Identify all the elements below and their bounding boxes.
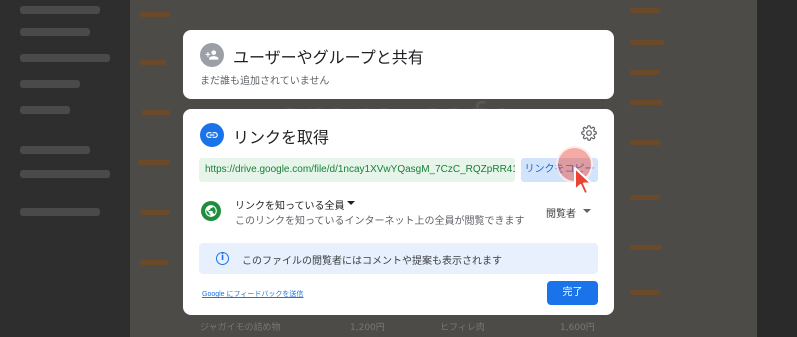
decor-stripe (630, 8, 660, 13)
sidebar-placeholder (20, 208, 100, 216)
role-dropdown[interactable]: 閲覧者 (546, 205, 576, 220)
decor-stripe (630, 195, 660, 200)
chevron-down-icon[interactable] (583, 209, 591, 213)
done-button[interactable]: 完了 (547, 281, 598, 305)
decor-stripe (138, 160, 170, 165)
info-banner: i このファイルの閲覧者にはコメントや提案も表示されます (199, 243, 598, 274)
access-description: このリンクを知っているインターネット上の全員が閲覧できます (235, 216, 525, 227)
decor-stripe (630, 140, 660, 145)
decor-stripe (630, 40, 664, 45)
background-menu-item: ヒフィレ肉 (440, 323, 485, 333)
decor-stripe (140, 210, 170, 215)
gear-icon[interactable] (581, 125, 597, 141)
access-level-dropdown[interactable]: リンクを知っている全員 (235, 197, 345, 212)
globe-icon (201, 201, 221, 221)
decor-stripe (142, 110, 170, 115)
link-icon (200, 123, 224, 147)
decor-stripe (630, 100, 662, 105)
background-menu-price: 1,200円 (350, 323, 385, 333)
get-link-title: リンクを取得 (233, 130, 330, 147)
person-add-icon (200, 43, 224, 67)
feedback-link[interactable]: Google にフィードバックを送信 (202, 289, 303, 299)
share-people-card[interactable]: ユーザーやグループと共有 まだ誰も追加されていません (183, 30, 614, 99)
info-text: このファイルの閲覧者にはコメントや提案も表示されます (242, 256, 502, 267)
decor-stripe (630, 245, 662, 250)
background-right-panel (757, 0, 797, 337)
sidebar-placeholder (20, 106, 70, 114)
sidebar-placeholder (20, 146, 90, 154)
share-title: ユーザーやグループと共有 (233, 50, 424, 67)
decor-stripe (140, 12, 170, 17)
info-icon: i (216, 252, 229, 265)
sidebar-placeholder (20, 170, 110, 178)
decor-stripe (140, 260, 168, 265)
sidebar-placeholder (20, 54, 110, 62)
background-sidebar (0, 0, 130, 337)
share-subtitle: まだ誰も追加されていません (200, 76, 330, 87)
chevron-down-icon[interactable] (347, 201, 355, 205)
background-menu-item: ジャガイモの詰め物 (200, 323, 281, 333)
decor-stripe (140, 60, 166, 65)
sidebar-placeholder (20, 80, 80, 88)
sidebar-placeholder (20, 28, 90, 36)
background-menu-price: 1,600円 (560, 323, 595, 333)
share-url-field[interactable]: https://drive.google.com/file/d/1ncay1XV… (199, 158, 515, 182)
mouse-cursor-icon (574, 167, 593, 195)
sidebar-placeholder (20, 6, 100, 14)
get-link-card: リンクを取得 https://drive.google.com/file/d/1… (183, 109, 614, 315)
decor-stripe (630, 70, 660, 75)
decor-stripe (630, 290, 660, 295)
